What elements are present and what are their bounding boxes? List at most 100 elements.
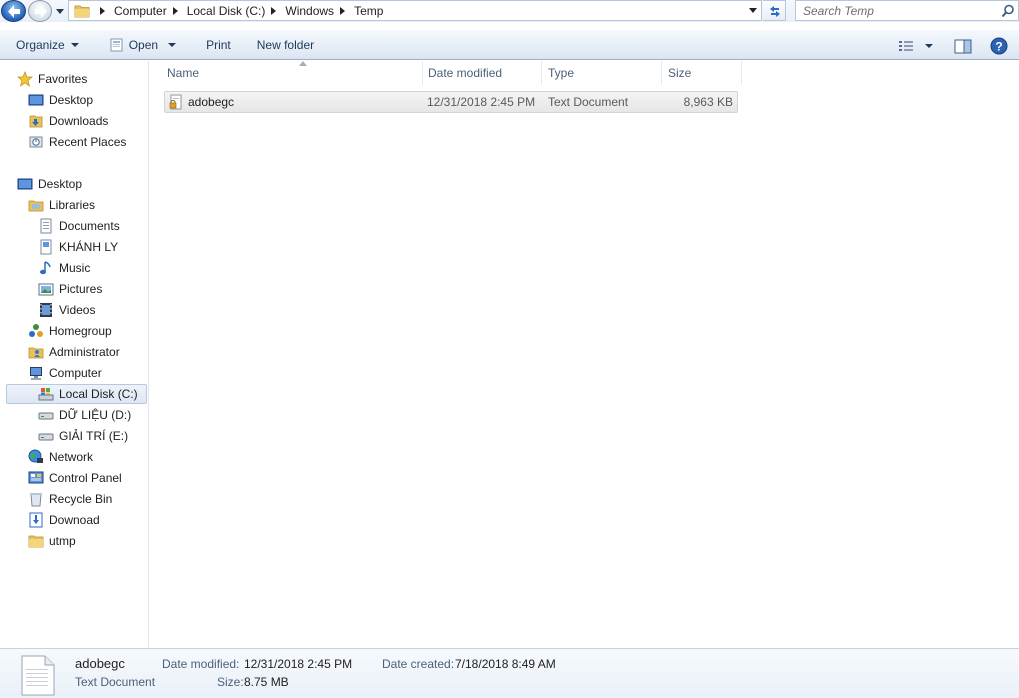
- nav-label: KHÁNH LY: [59, 240, 119, 254]
- nav-label: Desktop: [38, 177, 83, 191]
- nav-label: Control Panel: [49, 471, 122, 485]
- libraries-icon: [28, 200, 44, 212]
- nav-network[interactable]: Network: [28, 447, 93, 467]
- nav-label: utmp: [49, 534, 76, 548]
- downloads-folder-icon: [29, 115, 43, 128]
- open-icon: [110, 38, 123, 51]
- open-button[interactable]: Open: [101, 33, 184, 57]
- command-bar: Organize Open Print New folder ?: [0, 29, 1019, 60]
- nav-administrator[interactable]: Administrator: [28, 342, 120, 362]
- nav-music[interactable]: Music: [38, 258, 90, 278]
- nav-documents[interactable]: Documents: [38, 216, 120, 236]
- videos-icon: [40, 303, 52, 317]
- nav-label: Documents: [59, 219, 120, 233]
- search-box[interactable]: [795, 0, 1019, 21]
- nav-recent-places[interactable]: Recent Places: [28, 132, 126, 152]
- breadcrumb-separator-icon[interactable]: [271, 6, 277, 15]
- nav-du-lieu-d[interactable]: DỮ LIỆU (D:): [38, 405, 131, 425]
- recent-pages-dropdown-icon[interactable]: [55, 6, 65, 16]
- address-box[interactable]: Computer Local Disk (C:) Windows Temp: [68, 0, 762, 21]
- breadcrumb-separator-icon[interactable]: [340, 6, 346, 15]
- refresh-button[interactable]: [763, 0, 786, 21]
- details-file-type: Text Document: [75, 675, 156, 689]
- hard-drive-icon: [38, 433, 54, 441]
- nav-libraries[interactable]: Libraries: [28, 195, 95, 215]
- view-options-dropdown[interactable]: [925, 34, 933, 58]
- column-name-label: Name: [167, 66, 200, 80]
- nav-label: Recycle Bin: [49, 492, 113, 506]
- breadcrumb-windows[interactable]: Windows: [285, 4, 334, 18]
- nav-giai-tri-e[interactable]: GIẢI TRÍ (E:): [38, 426, 128, 446]
- nav-favorites[interactable]: Favorites: [17, 69, 87, 89]
- nav-pictures[interactable]: Pictures: [38, 279, 102, 299]
- nav-khanh-ly[interactable]: KHÁNH LY: [38, 237, 118, 257]
- navigation-pane: Favorites Desktop Downloads Recent Place…: [0, 61, 149, 648]
- arrow-left-icon: [8, 5, 20, 18]
- desktop-icon: [28, 94, 44, 106]
- search-icon[interactable]: [1001, 4, 1015, 18]
- nav-control-panel[interactable]: Control Panel: [28, 468, 122, 488]
- file-size: 8,963 KB: [683, 95, 733, 109]
- breadcrumb-local-disk[interactable]: Local Disk (C:): [187, 4, 266, 18]
- breadcrumb-separator-icon[interactable]: [100, 6, 105, 15]
- breadcrumb-computer[interactable]: Computer: [114, 4, 167, 18]
- file-list: Name Date modified Type Size adobegc 12/…: [150, 61, 1019, 648]
- new-folder-button[interactable]: New folder: [249, 33, 322, 57]
- nav-label: Recent Places: [49, 135, 127, 149]
- breadcrumb-temp[interactable]: Temp: [354, 4, 383, 18]
- network-icon: [28, 449, 43, 463]
- refresh-icon: [770, 6, 780, 17]
- sort-ascending-icon: [299, 61, 307, 66]
- address-dropdown-icon[interactable]: [749, 8, 757, 13]
- music-note-icon: [40, 261, 51, 275]
- search-input[interactable]: [796, 2, 996, 19]
- change-view-button[interactable]: [898, 34, 914, 58]
- forward-button[interactable]: [28, 0, 52, 22]
- chevron-down-icon: [70, 42, 79, 47]
- details-date-modified-label: Date modified:: [162, 657, 240, 671]
- print-label: Print: [206, 37, 231, 52]
- pictures-icon: [38, 283, 54, 296]
- breadcrumb: Computer Local Disk (C:) Windows Temp: [94, 4, 383, 18]
- table-row[interactable]: adobegc 12/31/2018 2:45 PM Text Document…: [164, 91, 738, 113]
- breadcrumb-separator-icon[interactable]: [172, 6, 178, 15]
- nav-downoad[interactable]: Downoad: [28, 510, 100, 530]
- nav-downloads[interactable]: Downloads: [28, 111, 108, 131]
- chevron-down-icon: [925, 44, 933, 48]
- nav-desktop-favorite[interactable]: Desktop: [28, 90, 93, 110]
- nav-local-disk-c[interactable]: Local Disk (C:): [6, 384, 147, 404]
- nav-label: Downloads: [49, 114, 109, 128]
- nav-desktop[interactable]: Desktop: [17, 174, 82, 194]
- column-date-label: Date modified: [428, 66, 503, 80]
- view-list-icon: [899, 41, 913, 51]
- nav-label: Computer: [49, 366, 102, 380]
- nav-label: Local Disk (C:): [59, 387, 138, 401]
- nav-label: Homegroup: [49, 324, 112, 338]
- file-date: 12/31/2018 2:45 PM: [427, 95, 536, 109]
- nav-homegroup[interactable]: Homegroup: [28, 321, 112, 341]
- computer-icon: [30, 367, 42, 380]
- nav-utmp[interactable]: utmp: [28, 531, 76, 551]
- details-size: 8.75 MB: [244, 675, 289, 689]
- organize-button[interactable]: Organize: [8, 33, 87, 57]
- help-button[interactable]: ?: [990, 34, 1008, 58]
- nav-recycle-bin[interactable]: Recycle Bin: [28, 489, 112, 509]
- back-button[interactable]: [1, 0, 26, 22]
- text-file-locked-icon: [169, 94, 182, 110]
- nav-computer[interactable]: Computer: [28, 363, 102, 383]
- chevron-down-icon[interactable]: [168, 42, 177, 47]
- preview-pane-button[interactable]: [954, 34, 972, 58]
- column-header-name[interactable]: Name: [161, 61, 423, 85]
- documents-icon: [40, 218, 52, 234]
- column-header-size[interactable]: Size: [662, 61, 742, 85]
- column-header-date[interactable]: Date modified: [422, 61, 542, 85]
- folder-icon: [28, 535, 44, 548]
- nav-videos[interactable]: Videos: [38, 300, 95, 320]
- organize-label: Organize: [16, 37, 65, 52]
- print-button[interactable]: Print: [198, 33, 239, 57]
- nav-label: Music: [59, 261, 91, 275]
- nav-label: Desktop: [49, 93, 94, 107]
- nav-label: Downoad: [49, 513, 100, 527]
- column-header-type[interactable]: Type: [542, 61, 662, 85]
- details-file-name: adobegc: [75, 656, 125, 671]
